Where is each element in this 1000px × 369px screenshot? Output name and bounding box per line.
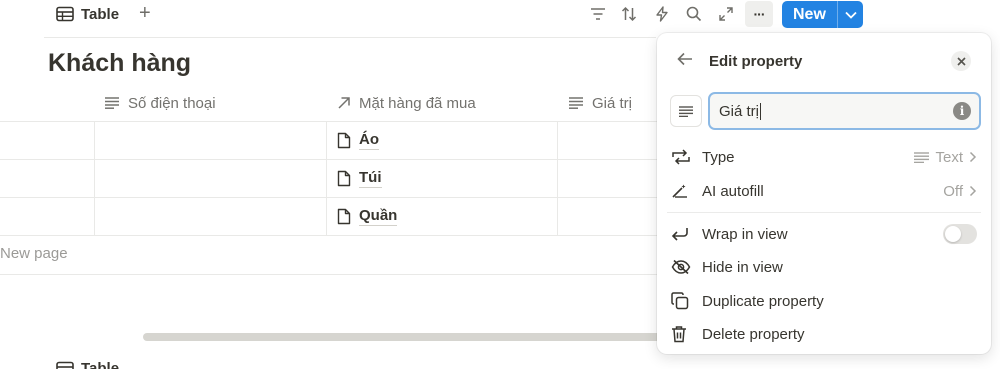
wrap-in-view-toggle[interactable] <box>943 224 977 244</box>
chevron-right-icon <box>969 185 977 197</box>
column-header-label: Số điện thoại <box>128 94 216 112</box>
filter-icon[interactable] <box>586 4 610 24</box>
back-arrow-icon[interactable] <box>677 52 693 71</box>
table-icon <box>56 361 74 369</box>
property-name-input[interactable]: Giá trị i <box>708 92 981 130</box>
type-label: Type <box>702 148 735 166</box>
ai-autofill-label: AI autofill <box>702 182 764 200</box>
duplicate-property-label: Duplicate property <box>702 292 824 310</box>
page-icon <box>337 170 351 186</box>
property-name-value: Giá trị <box>719 102 760 120</box>
new-button-label: New <box>793 5 826 23</box>
type-value: Text <box>914 149 977 166</box>
horizontal-scrollbar[interactable] <box>143 333 663 341</box>
wrap-in-view-row[interactable]: Wrap in view <box>671 222 977 246</box>
column-header-label: Giá trị <box>592 94 633 112</box>
duplicate-property-row[interactable]: Duplicate property <box>671 289 977 313</box>
view-tab-label: Table <box>81 5 120 23</box>
delete-property-row[interactable]: Delete property <box>671 322 977 346</box>
column-divider <box>94 121 95 235</box>
column-divider <box>326 121 327 235</box>
ai-wand-icon <box>671 183 693 199</box>
text-caret <box>760 102 762 120</box>
delete-property-label: Delete property <box>702 325 805 343</box>
item-link[interactable]: Áo <box>359 131 379 150</box>
type-row[interactable]: Type Text <box>671 145 977 169</box>
row-divider <box>0 159 660 160</box>
expand-icon[interactable] <box>714 4 738 24</box>
edit-property-panel: Edit property Giá trị i Type Text AI aut… <box>657 33 991 354</box>
column-header-phone[interactable]: Số điện thoại <box>104 92 216 114</box>
row-divider <box>0 235 660 236</box>
page-icon <box>337 208 351 224</box>
ai-autofill-row[interactable]: AI autofill Off <box>671 179 977 203</box>
table-icon <box>56 6 74 22</box>
page-icon <box>337 132 351 148</box>
column-divider <box>557 121 558 235</box>
more-dots-icon: ··· <box>753 6 766 22</box>
property-icon-picker[interactable] <box>670 95 702 127</box>
duplicate-icon <box>671 292 693 310</box>
new-button[interactable]: New <box>782 1 863 28</box>
second-view-tab[interactable]: Table <box>56 360 119 369</box>
info-icon[interactable]: i <box>953 102 971 120</box>
type-value-label: Text <box>935 148 963 166</box>
type-convert-icon <box>671 149 693 165</box>
ai-autofill-value: Off <box>943 183 977 200</box>
sort-icon[interactable] <box>617 4 641 24</box>
database-toolbar: Table + ··· New <box>0 0 1000 30</box>
hide-in-view-row[interactable]: Hide in view <box>671 255 977 279</box>
page-title[interactable]: Khách hàng <box>48 49 191 78</box>
relation-arrow-icon <box>338 97 350 109</box>
new-page-button[interactable]: New page <box>0 245 68 262</box>
text-icon <box>569 97 583 109</box>
chevron-right-icon <box>969 151 977 163</box>
table-row[interactable]: Áo <box>337 129 379 151</box>
more-options-button[interactable]: ··· <box>745 1 773 27</box>
table-header-border <box>0 121 660 122</box>
column-header-value[interactable]: Giá trị <box>568 92 632 114</box>
add-view-button[interactable]: + <box>139 3 151 23</box>
text-icon <box>914 151 930 163</box>
column-header-purchased-items[interactable]: Mặt hàng đã mua <box>337 92 476 114</box>
eye-slash-icon <box>671 259 693 275</box>
row-divider <box>0 197 660 198</box>
trash-icon <box>671 325 693 343</box>
panel-divider <box>667 212 981 213</box>
hide-in-view-label: Hide in view <box>702 258 783 276</box>
text-icon <box>105 97 119 109</box>
item-link[interactable]: Quần <box>359 207 398 226</box>
wrap-in-view-label: Wrap in view <box>702 225 788 243</box>
view-tab-table[interactable]: Table <box>56 3 119 25</box>
text-icon <box>679 105 693 117</box>
table-row[interactable]: Quần <box>337 205 398 227</box>
table-footer-border <box>0 274 660 275</box>
column-header-label: Mặt hàng đã mua <box>359 94 476 112</box>
panel-title: Edit property <box>709 53 803 70</box>
close-icon[interactable] <box>951 51 971 71</box>
chevron-down-icon[interactable] <box>838 11 863 19</box>
item-link[interactable]: Túi <box>359 169 382 188</box>
ai-autofill-status: Off <box>943 182 963 200</box>
automation-lightning-icon[interactable] <box>650 4 674 24</box>
toolbar-divider <box>44 37 656 38</box>
table-row[interactable]: Túi <box>337 167 382 189</box>
search-icon[interactable] <box>682 4 706 24</box>
second-view-label: Table <box>81 360 120 369</box>
wrap-arrow-icon <box>671 227 693 241</box>
